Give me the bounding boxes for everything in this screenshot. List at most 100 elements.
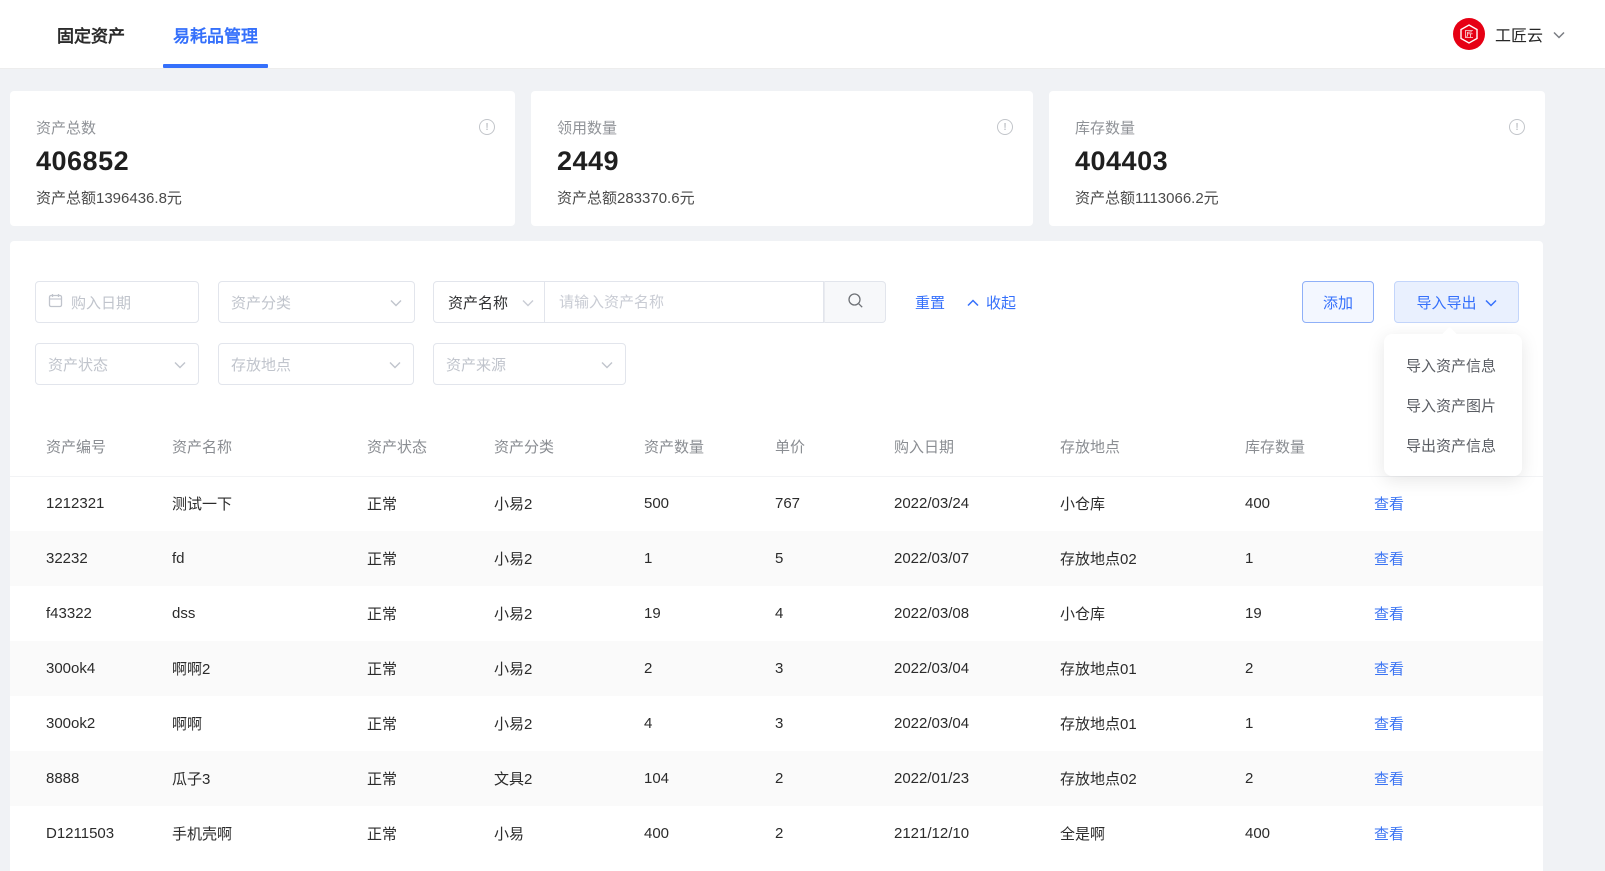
table-cell: 存放地点01 (1060, 661, 1137, 678)
table-cell: 767 (775, 495, 801, 513)
stat-value: 2449 (557, 146, 620, 176)
asset-name-search-group: 资产名称 (433, 281, 886, 323)
table-cell: 存放地点02 (1060, 771, 1137, 788)
view-link[interactable]: 查看 (1374, 606, 1404, 623)
account-menu[interactable]: 匠 工匠云 (1452, 18, 1565, 50)
table-cell: 正常 (367, 606, 398, 623)
view-link[interactable]: 查看 (1374, 661, 1404, 678)
chevron-down-icon (174, 356, 186, 373)
view-link[interactable]: 查看 (1374, 551, 1404, 568)
purchase-date-picker[interactable]: 购入日期 (35, 281, 199, 323)
stat-label: 库存数量 (1075, 120, 1136, 137)
add-button[interactable]: 添加 (1302, 281, 1374, 323)
table-cell: 小仓库 (1060, 606, 1106, 623)
menu-item[interactable]: 导入资产图片 (1384, 385, 1522, 425)
view-link[interactable]: 查看 (1374, 496, 1404, 513)
search-field-select[interactable]: 资产名称 (433, 281, 545, 323)
table-cell: 小易2 (494, 496, 533, 514)
table-cell: 小易2 (494, 606, 533, 623)
stat-subtext: 资产总额283370.6元 (557, 190, 695, 207)
search-button[interactable] (824, 281, 886, 323)
table-cell: 手机壳啊 (172, 826, 233, 843)
chevron-up-icon (967, 294, 979, 311)
table-cell: 1 (644, 550, 653, 567)
menu-item[interactable]: 导入资产信息 (1384, 345, 1522, 385)
table-cell: 400 (1245, 825, 1271, 842)
table-cell: 1 (1245, 550, 1254, 567)
table-cell: 32232 (46, 550, 88, 567)
tab-consumables[interactable]: 易耗品管理 (163, 0, 268, 68)
chevron-down-icon (601, 356, 613, 373)
import-export-label: 导入导出 (1416, 294, 1477, 312)
chevron-down-icon (389, 356, 401, 373)
table-cell: 正常 (367, 716, 398, 733)
table-cell: 正常 (367, 771, 398, 788)
table-cell: 小易2 (494, 661, 533, 678)
table-cell: fd (172, 550, 185, 567)
table-cell: 全是啊 (1060, 826, 1106, 843)
collapse-button[interactable]: 收起 (967, 292, 1016, 313)
view-link[interactable]: 查看 (1374, 826, 1404, 843)
column-header: 存放地点 (1060, 418, 1245, 477)
table-row: 8888 瓜子3 正常 文具2 104 2 2022/01/23 存放地点02 2 查看 (10, 751, 1543, 806)
column-header: 资产名称 (172, 418, 367, 477)
info-icon[interactable]: ! (1509, 119, 1525, 135)
table-row: 300ok2 啊啊 正常 小易2 4 3 2022/03/04 存放地点01 1 查看 (10, 696, 1543, 751)
asset-source-select[interactable]: 资产来源 (433, 343, 626, 385)
table-cell: dss (172, 605, 196, 622)
menu-item[interactable]: 导出资产信息 (1384, 425, 1522, 465)
search-icon (847, 292, 864, 313)
search-field-value: 资产名称 (448, 294, 509, 312)
import-export-menu: 导入资产信息 导入资产图片 导出资产信息 (1384, 334, 1522, 476)
stat-value: 406852 (36, 146, 130, 176)
stat-card-total-assets: 资产总数 406852 资产总额1396436.8元 ! (10, 91, 515, 226)
column-header: 资产分类 (494, 418, 644, 477)
tab-fixed-assets[interactable]: 固定资产 (57, 0, 125, 68)
view-link[interactable]: 查看 (1374, 771, 1404, 788)
brand-name: 工匠云 (1494, 28, 1543, 45)
table-cell: 8888 (46, 770, 80, 787)
table-cell: 正常 (367, 826, 398, 843)
table-cell: 2022/01/23 (894, 770, 970, 787)
table-cell: 1212321 (46, 495, 105, 513)
filter-row-1: 购入日期 资产分类 资产名称 重置 (10, 241, 1543, 323)
table-cell: 4 (775, 605, 784, 622)
select-placeholder: 资产状态 (48, 356, 109, 374)
table-cell: 3 (775, 660, 784, 677)
table-cell: 19 (644, 605, 661, 622)
table-cell: 3 (775, 715, 784, 732)
table-cell: 2022/03/04 (894, 715, 970, 732)
calendar-icon (48, 293, 63, 312)
table-cell: 文具2 (494, 771, 533, 788)
view-link[interactable]: 查看 (1374, 716, 1404, 733)
stat-card-claimed-quantity: 领用数量 2449 资产总额283370.6元 ! (531, 91, 1033, 226)
table-row: 32232 fd 正常 小易2 1 5 2022/03/07 存放地点02 1 查看 (10, 531, 1543, 586)
table-cell: 300ok2 (46, 715, 96, 732)
import-export-button[interactable]: 导入导出 (1394, 281, 1519, 323)
table-cell: 测试一下 (172, 496, 233, 514)
table-cell-actions: 查看 (1374, 696, 1543, 751)
asset-name-input[interactable] (545, 281, 824, 323)
table-cell: 啊啊2 (172, 661, 211, 678)
info-icon[interactable]: ! (479, 119, 495, 135)
table-cell: 啊啊 (172, 716, 203, 733)
filter-row-2: 资产状态 存放地点 资产来源 (10, 323, 1543, 385)
table-cell: 5 (775, 550, 784, 567)
table-cell-actions: 查看 (1374, 476, 1543, 531)
stat-label: 资产总数 (36, 120, 97, 137)
table-row: 300ok4 啊啊2 正常 小易2 2 3 2022/03/04 存放地点01 2 查看 (10, 641, 1543, 696)
table-row: 1212321 测试一下 正常 小易2 500 767 2022/03/24 小仓库 400 查看 (10, 476, 1543, 531)
table-cell: 2 (775, 825, 784, 842)
table-row: D1211503 手机壳啊 正常 小易 400 2 2121/12/10 全是啊 400 查看 (10, 806, 1543, 861)
table-cell: 2022/03/08 (894, 605, 970, 622)
date-placeholder: 购入日期 (71, 294, 132, 312)
reset-button[interactable]: 重置 (915, 292, 945, 313)
table-cell: 2 (775, 770, 784, 787)
table-cell: 正常 (367, 496, 398, 514)
info-icon[interactable]: ! (997, 119, 1013, 135)
asset-status-select[interactable]: 资产状态 (35, 343, 199, 385)
table-cell: f43322 (46, 605, 92, 622)
storage-location-select[interactable]: 存放地点 (218, 343, 414, 385)
table-cell: 小易 (494, 826, 525, 843)
asset-category-select[interactable]: 资产分类 (218, 281, 415, 323)
